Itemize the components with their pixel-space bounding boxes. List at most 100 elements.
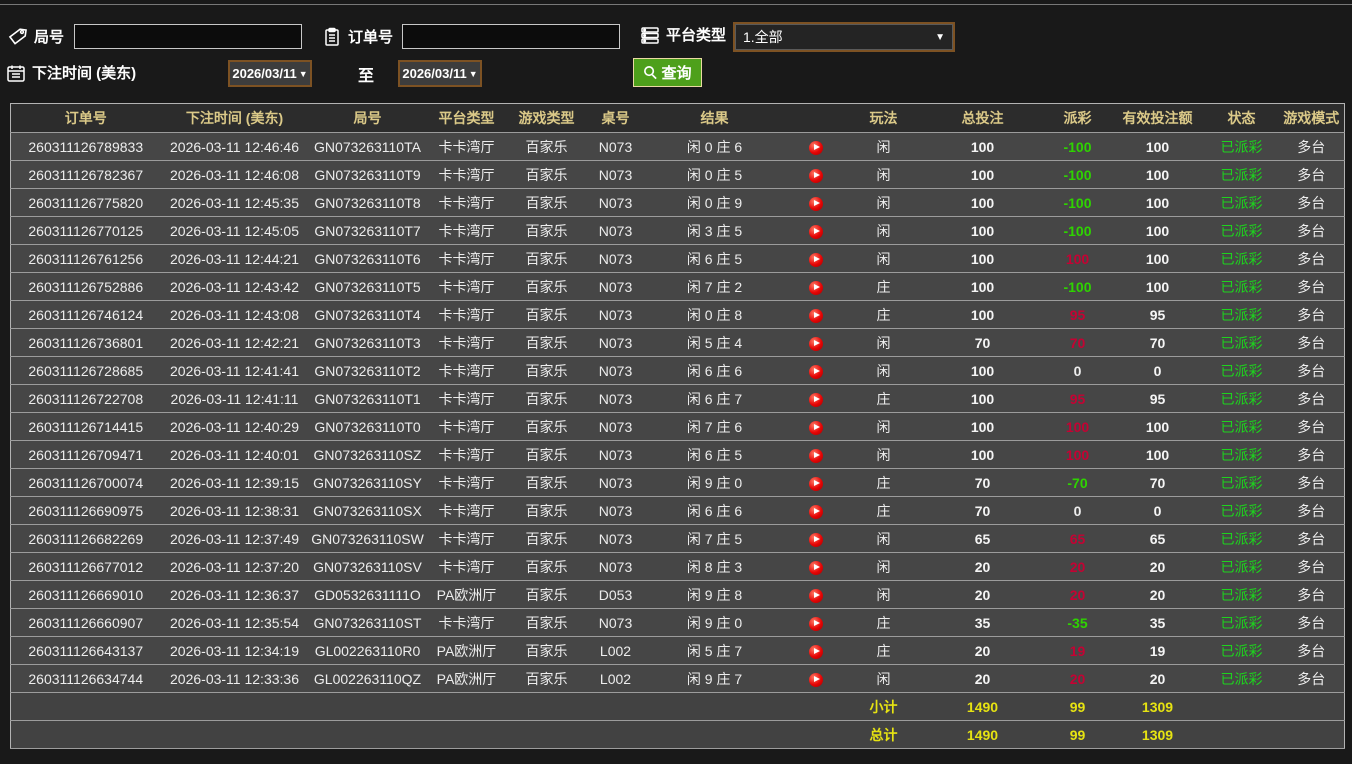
- cell-result: 闲 9 庄 0: [645, 469, 785, 497]
- cell-mode: 多台: [1279, 441, 1345, 469]
- cell-total-bet: 100: [921, 133, 1045, 161]
- grand-total-payout: 99: [1045, 721, 1111, 749]
- video-play-button[interactable]: [809, 393, 823, 407]
- cell-play: 闲: [847, 161, 921, 189]
- cell-video: [785, 637, 847, 665]
- cell-status: 已派彩: [1205, 609, 1279, 637]
- orders-table-container: 订单号下注时间 (美东)局号平台类型游戏类型桌号结果玩法总投注派彩有效投注额状态…: [10, 103, 1344, 749]
- cell-total-bet: 100: [921, 217, 1045, 245]
- platform-type-select[interactable]: 1.全部 ▼: [733, 22, 955, 52]
- cell-game-no: GN073263110SY: [309, 469, 427, 497]
- date-from-picker[interactable]: 2026/03/11 ▼: [228, 60, 312, 87]
- order-number-input[interactable]: [402, 24, 620, 49]
- cell-status: 已派彩: [1205, 385, 1279, 413]
- cell-game-type: 百家乐: [507, 441, 587, 469]
- video-play-button[interactable]: [809, 477, 823, 491]
- cell-play: 闲: [847, 357, 921, 385]
- cell-total-bet: 100: [921, 161, 1045, 189]
- cell-game-no: GN073263110T6: [309, 245, 427, 273]
- cell-total-bet: 100: [921, 413, 1045, 441]
- cell-valid-bet: 100: [1111, 217, 1205, 245]
- cell-play: 闲: [847, 441, 921, 469]
- cell-game-type: 百家乐: [507, 469, 587, 497]
- cell-platform: 卡卡湾厅: [427, 469, 507, 497]
- chevron-down-icon: ▼: [299, 69, 308, 79]
- video-play-button[interactable]: [809, 141, 823, 155]
- search-button[interactable]: 查询: [633, 58, 702, 87]
- cell-bet-time: 2026-03-11 12:42:21: [161, 329, 309, 357]
- cell-game-no: GN073263110ST: [309, 609, 427, 637]
- order-number-label: 订单号: [348, 26, 393, 47]
- cell-total-bet: 20: [921, 665, 1045, 693]
- video-play-button[interactable]: [809, 365, 823, 379]
- cell-game-type: 百家乐: [507, 637, 587, 665]
- video-play-button[interactable]: [809, 197, 823, 211]
- subtotal-payout: 99: [1045, 693, 1111, 721]
- video-play-button[interactable]: [809, 449, 823, 463]
- video-play-button[interactable]: [809, 645, 823, 659]
- tag-icon: [8, 27, 28, 47]
- cell-table-no: N073: [587, 385, 645, 413]
- cell-table-no: N073: [587, 217, 645, 245]
- cell-result: 闲 7 庄 2: [645, 273, 785, 301]
- cell-video: [785, 609, 847, 637]
- cell-play: 闲: [847, 525, 921, 553]
- cell-order-id: 260311126634744: [11, 665, 161, 693]
- video-play-button[interactable]: [809, 561, 823, 575]
- cell-platform: 卡卡湾厅: [427, 161, 507, 189]
- cell-result: 闲 0 庄 8: [645, 301, 785, 329]
- table-row: 2603111266909752026-03-11 12:38:31GN0732…: [11, 497, 1345, 525]
- cell-game-no: GN073263110T2: [309, 357, 427, 385]
- video-play-button[interactable]: [809, 617, 823, 631]
- video-play-button[interactable]: [809, 309, 823, 323]
- video-play-button[interactable]: [809, 225, 823, 239]
- date-to-picker[interactable]: 2026/03/11 ▼: [398, 60, 482, 87]
- cell-game-type: 百家乐: [507, 497, 587, 525]
- cell-mode: 多台: [1279, 553, 1345, 581]
- clipboard-icon: [322, 27, 342, 47]
- search-icon: [643, 65, 658, 80]
- cell-bet-time: 2026-03-11 12:43:42: [161, 273, 309, 301]
- column-header-7: [785, 104, 847, 133]
- cell-result: 闲 6 庄 5: [645, 245, 785, 273]
- cell-game-type: 百家乐: [507, 133, 587, 161]
- video-play-button[interactable]: [809, 673, 823, 687]
- cell-total-bet: 70: [921, 497, 1045, 525]
- cell-table-no: N073: [587, 273, 645, 301]
- cell-status: 已派彩: [1205, 273, 1279, 301]
- cell-platform: 卡卡湾厅: [427, 133, 507, 161]
- cell-play: 庄: [847, 609, 921, 637]
- cell-order-id: 260311126761256: [11, 245, 161, 273]
- video-play-button[interactable]: [809, 505, 823, 519]
- cell-bet-time: 2026-03-11 12:43:08: [161, 301, 309, 329]
- cell-mode: 多台: [1279, 665, 1345, 693]
- table-row: 2603111267094712026-03-11 12:40:01GN0732…: [11, 441, 1345, 469]
- video-play-button[interactable]: [809, 169, 823, 183]
- game-number-input[interactable]: [74, 24, 302, 49]
- cell-bet-time: 2026-03-11 12:33:36: [161, 665, 309, 693]
- cell-play: 闲: [847, 665, 921, 693]
- cell-total-bet: 100: [921, 273, 1045, 301]
- video-play-button[interactable]: [809, 533, 823, 547]
- video-play-button[interactable]: [809, 337, 823, 351]
- video-play-button[interactable]: [809, 253, 823, 267]
- cell-mode: 多台: [1279, 637, 1345, 665]
- cell-bet-time: 2026-03-11 12:40:29: [161, 413, 309, 441]
- cell-order-id: 260311126660907: [11, 609, 161, 637]
- cell-order-id: 260311126677012: [11, 553, 161, 581]
- cell-mode: 多台: [1279, 273, 1345, 301]
- cell-mode: 多台: [1279, 161, 1345, 189]
- column-header-6: 结果: [645, 104, 785, 133]
- video-play-button[interactable]: [809, 281, 823, 295]
- cell-result: 闲 6 庄 7: [645, 385, 785, 413]
- cell-table-no: L002: [587, 637, 645, 665]
- grand-total-row: 总计 1490 99 1309: [11, 721, 1345, 749]
- cell-platform: 卡卡湾厅: [427, 609, 507, 637]
- cell-result: 闲 3 庄 5: [645, 217, 785, 245]
- subtotal-spacer: [11, 693, 847, 721]
- cell-total-bet: 35: [921, 609, 1045, 637]
- cell-platform: 卡卡湾厅: [427, 329, 507, 357]
- video-play-button[interactable]: [809, 589, 823, 603]
- cell-platform: 卡卡湾厅: [427, 189, 507, 217]
- video-play-button[interactable]: [809, 421, 823, 435]
